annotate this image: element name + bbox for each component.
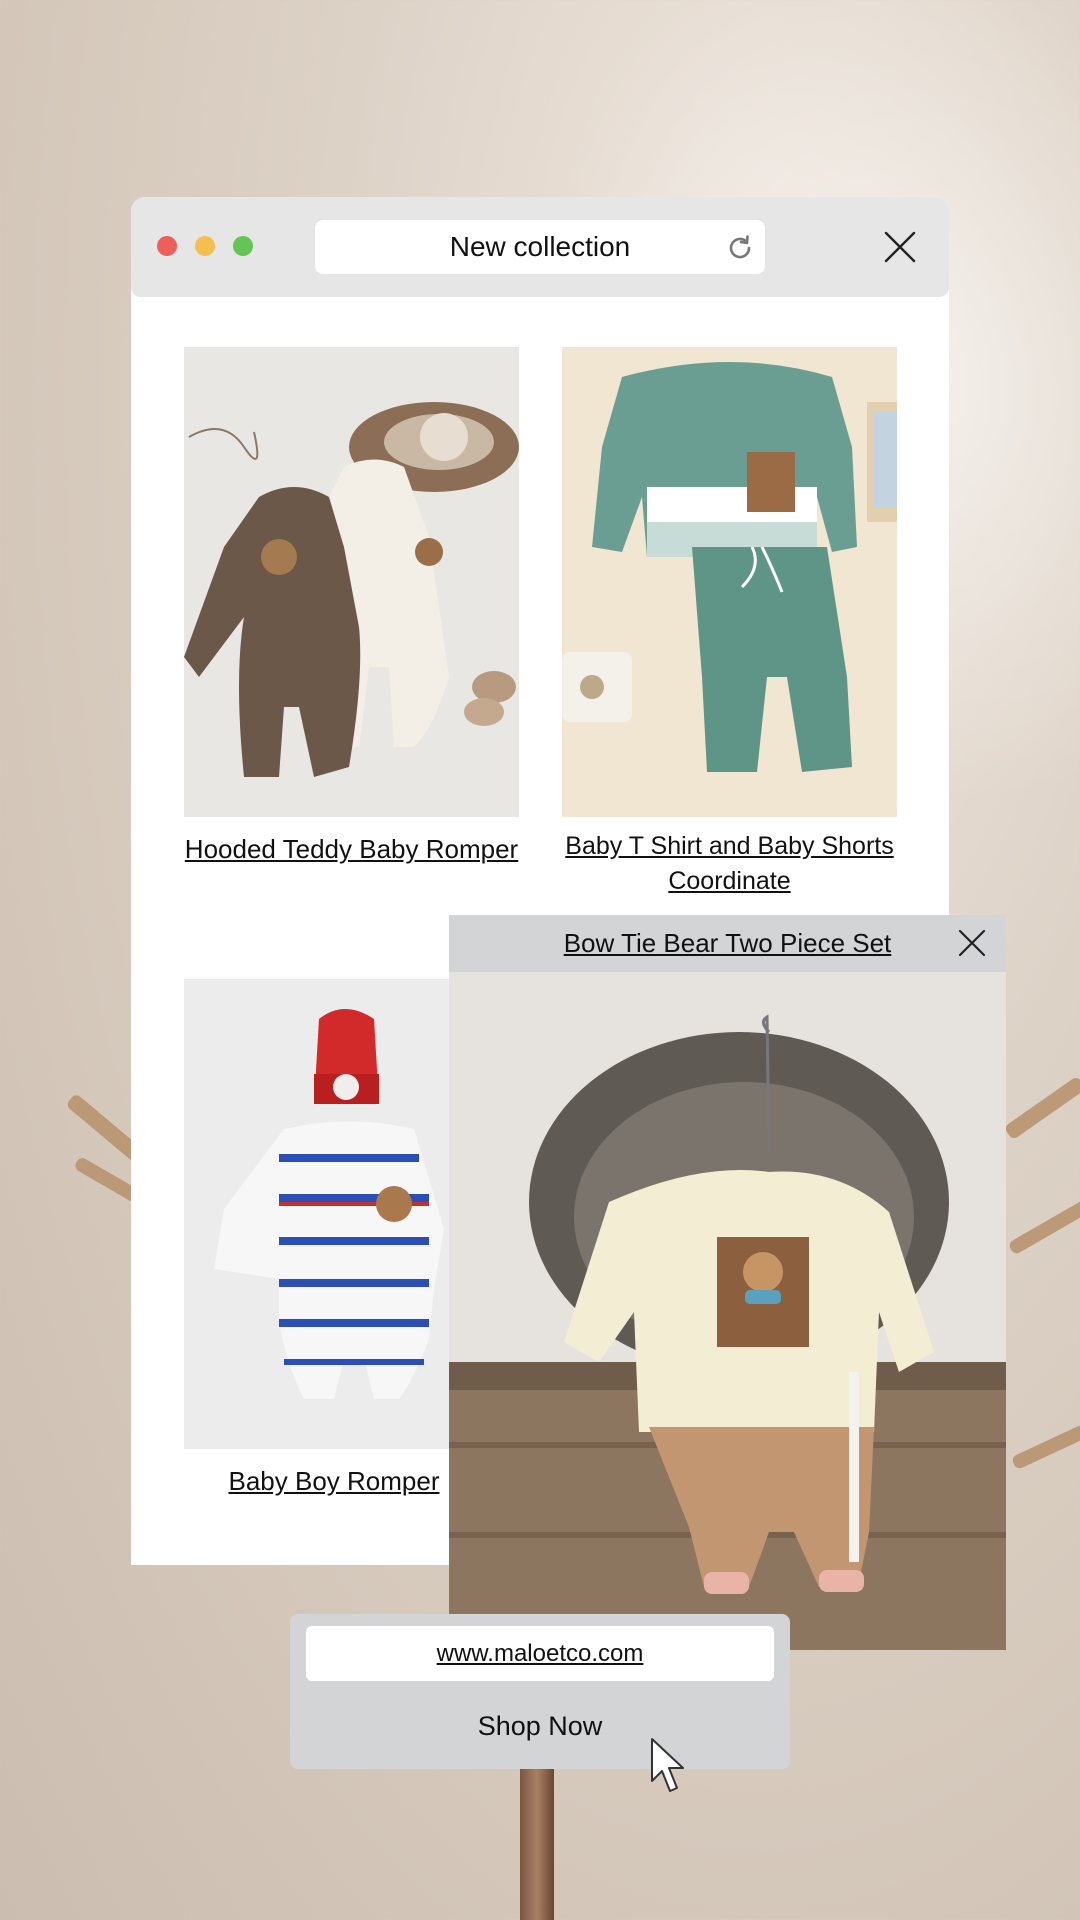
- popup-titlebar: Bow Tie Bear Two Piece Set: [449, 915, 1006, 972]
- popup-title[interactable]: Bow Tie Bear Two Piece Set: [449, 915, 1006, 972]
- address-bar[interactable]: New collection: [315, 220, 765, 274]
- shop-panel: www.maloetco.com Shop Now: [290, 1614, 790, 1769]
- maximize-window-dot[interactable]: [233, 236, 253, 256]
- window-title: New collection: [449, 231, 631, 262]
- product-image-baby-tshirt-shorts[interactable]: [562, 347, 897, 817]
- minimize-window-dot[interactable]: [195, 236, 215, 256]
- close-icon[interactable]: [883, 230, 917, 264]
- website-link[interactable]: www.maloetco.com: [306, 1626, 774, 1681]
- background-branch: [1007, 1198, 1080, 1256]
- product-image-bow-tie-bear-set[interactable]: [449, 972, 1006, 1650]
- window-titlebar: New collection: [131, 197, 949, 297]
- background-branch: [1010, 1423, 1080, 1471]
- close-icon[interactable]: [957, 928, 987, 958]
- close-window-dot[interactable]: [157, 236, 177, 256]
- product-title-baby-boy-romper[interactable]: Baby Boy Romper: [184, 1463, 484, 1499]
- product-title-hooded-teddy-romper[interactable]: Hooded Teddy Baby Romper: [184, 831, 519, 867]
- product-image-hooded-teddy-romper[interactable]: [184, 347, 519, 817]
- shop-now-button[interactable]: Shop Now: [306, 1696, 774, 1756]
- product-title-baby-tshirt-shorts[interactable]: Baby T Shirt and Baby Shorts Coordinate: [562, 829, 897, 899]
- product-preview-popup: Bow Tie Bear Two Piece Set: [449, 915, 1006, 1650]
- background-branch: [1003, 1075, 1080, 1141]
- mouse-cursor-icon: [651, 1738, 684, 1792]
- reload-icon[interactable]: [725, 233, 755, 263]
